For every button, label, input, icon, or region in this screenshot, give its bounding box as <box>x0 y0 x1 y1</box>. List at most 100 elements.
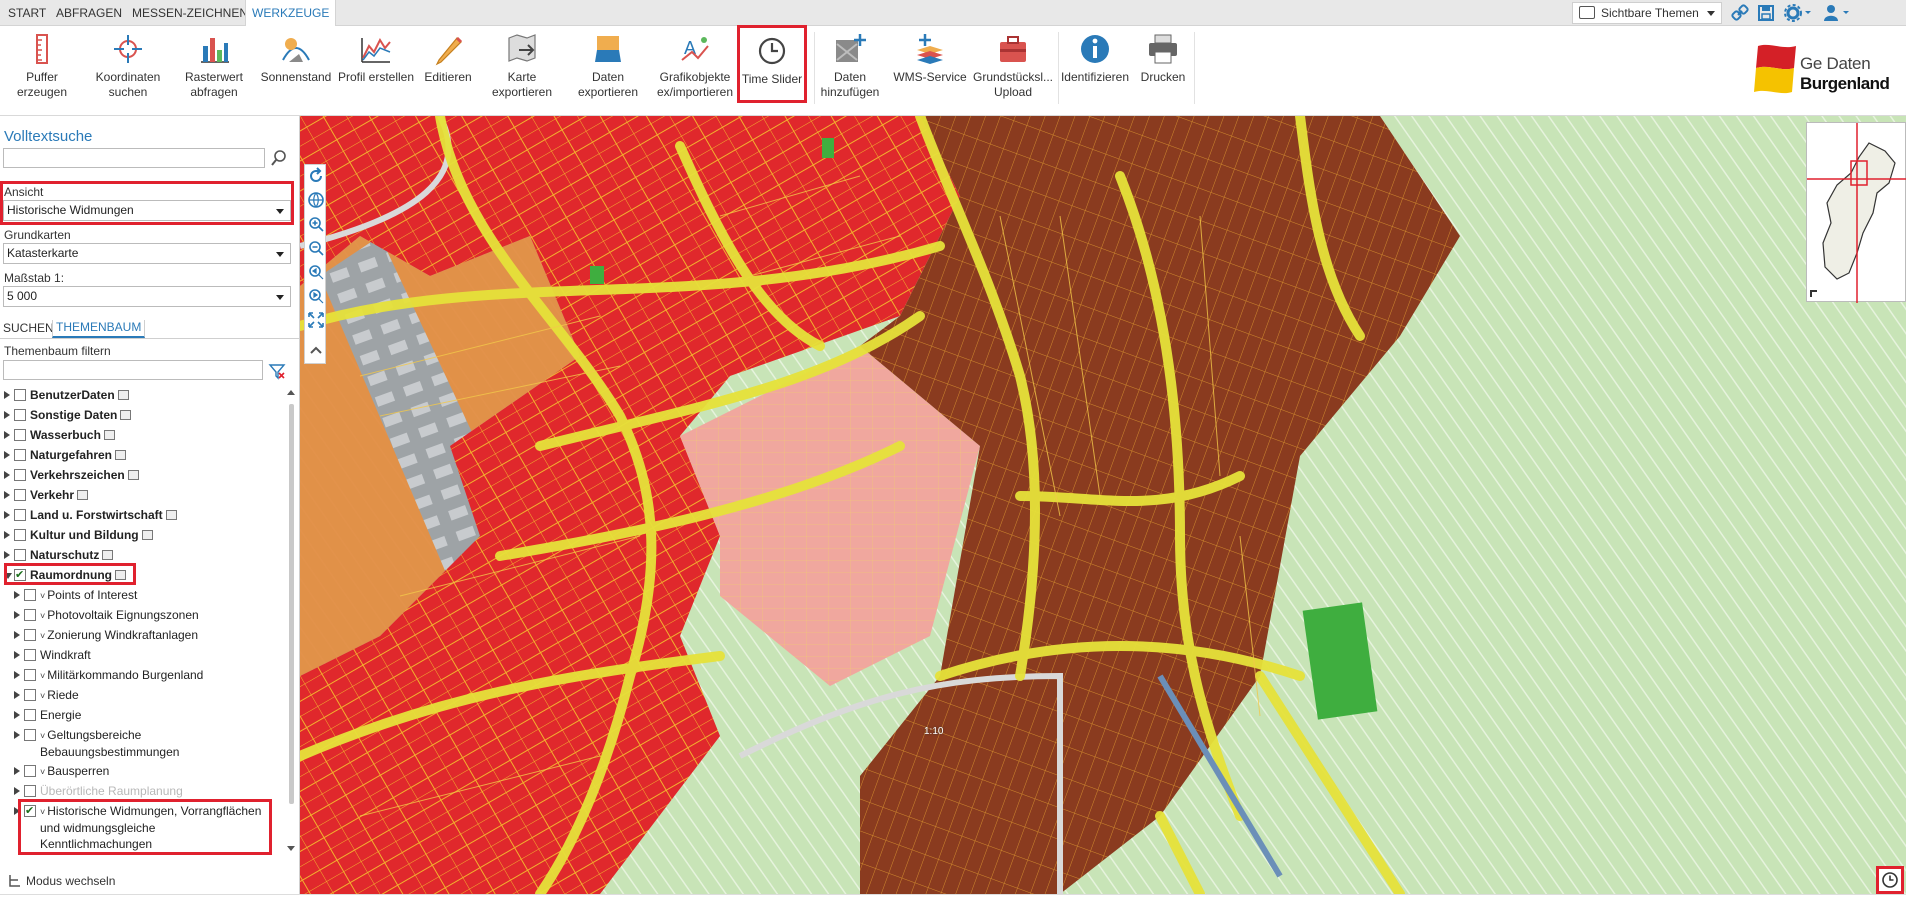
tab-suchen[interactable]: SUCHEN <box>3 321 54 335</box>
layer-checkbox[interactable] <box>24 649 36 661</box>
sun-position-button[interactable]: Sonnenstand <box>258 26 334 104</box>
metadata-icon[interactable] <box>103 430 115 440</box>
expand-arrow-icon[interactable] <box>14 711 20 719</box>
visible-themes-dropdown[interactable]: Sichtbare Themen <box>1572 2 1722 24</box>
metadata-icon[interactable] <box>165 510 177 520</box>
globe-icon[interactable] <box>307 191 325 209</box>
overview-map[interactable] <box>1806 122 1906 303</box>
tab-start[interactable]: START <box>2 0 52 26</box>
search-input[interactable] <box>3 148 265 168</box>
tree-layer-row[interactable]: ˅ Bausperren <box>0 762 286 780</box>
coordinates-search-button[interactable]: Koordinaten suchen <box>90 26 166 104</box>
expand-arrow-icon[interactable] <box>14 767 20 775</box>
raster-query-button[interactable]: Rasterwert abfragen <box>180 26 248 104</box>
layer-checkbox[interactable] <box>14 489 26 501</box>
add-data-button[interactable]: Daten hinzufügen <box>818 26 882 104</box>
expand-arrow-icon[interactable] <box>4 531 10 539</box>
zoom-previous-icon[interactable] <box>307 263 325 281</box>
zoom-next-icon[interactable] <box>307 287 325 305</box>
scroll-up-icon[interactable] <box>287 390 295 395</box>
buffer-tool-button[interactable]: Puffer erzeugen <box>10 26 74 104</box>
expand-arrow-icon[interactable] <box>4 551 10 559</box>
tab-abfragen[interactable]: ABFRAGEN <box>50 0 128 26</box>
expand-arrow-icon[interactable] <box>14 787 20 795</box>
tree-layer-row[interactable]: ˅ Points of Interest <box>0 586 286 604</box>
layer-checkbox[interactable] <box>24 729 36 741</box>
expand-arrow-icon[interactable] <box>4 391 10 399</box>
expand-arrow-icon[interactable] <box>4 511 10 519</box>
link-icon[interactable] <box>1730 3 1750 23</box>
expand-arrow-icon[interactable] <box>4 491 10 499</box>
layer-checkbox[interactable] <box>24 765 36 777</box>
tree-layer-row[interactable]: ˅ Photovoltaik Eignungszonen <box>0 606 286 624</box>
user-icon[interactable] <box>1822 3 1852 23</box>
parcel-list-upload-button[interactable]: Grundstücksl... Upload <box>970 26 1056 104</box>
clear-filter-icon[interactable] <box>268 362 286 380</box>
layer-checkbox[interactable] <box>14 549 26 561</box>
edit-button[interactable]: Editieren <box>420 26 476 104</box>
metadata-icon[interactable] <box>77 490 89 500</box>
chevron-down-icon[interactable]: ˅ <box>40 764 45 780</box>
layer-checkbox[interactable] <box>24 589 36 601</box>
time-slider-toggle[interactable] <box>1876 866 1904 894</box>
tree-layer-row[interactable]: ˅ Geltungsbereiche Bebauungsbestimmungen <box>0 726 286 760</box>
print-button[interactable]: Drucken <box>1134 26 1192 104</box>
create-profile-button[interactable]: Profil erstellen <box>336 26 416 104</box>
layer-checkbox[interactable] <box>14 389 26 401</box>
expand-arrow-icon[interactable] <box>14 651 20 659</box>
tree-group-row[interactable]: Sonstige Daten <box>0 406 286 424</box>
expand-arrow-icon[interactable] <box>4 411 10 419</box>
expand-arrow-icon[interactable] <box>4 431 10 439</box>
gear-icon[interactable] <box>1783 3 1813 23</box>
search-icon[interactable] <box>270 149 288 167</box>
chevron-down-icon[interactable]: ˅ <box>40 668 45 684</box>
chevron-down-icon[interactable]: ˅ <box>40 588 45 604</box>
metadata-icon[interactable] <box>141 530 153 540</box>
tree-layer-row[interactable]: ˅ Zonierung Windkraftanlagen <box>0 626 286 644</box>
tab-themenbaum[interactable]: THEMENBAUM <box>52 320 146 338</box>
tree-group-row[interactable]: Land u. Forstwirtschaft <box>0 506 286 524</box>
metadata-icon[interactable] <box>115 450 127 460</box>
theme-tree-scrollbar[interactable] <box>286 386 296 854</box>
chevron-down-icon[interactable]: ˅ <box>40 628 45 644</box>
expand-arrow-icon[interactable] <box>14 671 20 679</box>
switch-mode-button[interactable]: Modus wechseln <box>8 872 115 890</box>
tree-group-row[interactable]: Wasserbuch <box>0 426 286 444</box>
save-icon[interactable] <box>1756 3 1776 23</box>
tree-group-row[interactable]: Naturgefahren <box>0 446 286 464</box>
chevron-up-icon[interactable] <box>307 341 325 359</box>
zoom-out-icon[interactable] <box>307 239 325 257</box>
identify-button[interactable]: Identifizieren <box>1060 26 1130 104</box>
layer-checkbox[interactable] <box>24 669 36 681</box>
chevron-down-icon[interactable]: ˅ <box>40 728 45 744</box>
tab-werkzeuge[interactable]: WERKZEUGE <box>245 0 337 27</box>
metadata-icon[interactable] <box>102 550 114 560</box>
theme-tree-filter-input[interactable] <box>3 360 263 380</box>
scroll-thumb[interactable] <box>289 404 294 804</box>
layer-checkbox[interactable] <box>14 509 26 521</box>
tree-layer-row[interactable]: Überörtliche Raumplanung <box>0 782 286 800</box>
layer-checkbox[interactable] <box>14 449 26 461</box>
export-map-button[interactable]: Karte exportieren <box>488 26 556 104</box>
layer-checkbox[interactable] <box>24 689 36 701</box>
zoom-in-icon[interactable] <box>307 215 325 233</box>
layer-checkbox[interactable] <box>14 429 26 441</box>
wms-service-button[interactable]: WMS-Service <box>892 26 968 104</box>
map-canvas[interactable]: 1:10 <box>300 116 1906 894</box>
layer-checkbox[interactable] <box>14 409 26 421</box>
chevron-down-icon[interactable]: ˅ <box>40 688 45 704</box>
graphics-import-export-button[interactable]: A Grafikobjekte ex/importieren <box>654 26 736 104</box>
basemap-select[interactable]: Katasterkarte <box>3 243 291 264</box>
tree-layer-row[interactable]: Windkraft <box>0 646 286 664</box>
tree-layer-row[interactable]: ˅ Militärkommando Burgenland <box>0 666 286 684</box>
tab-messen-zeichnen[interactable]: MESSEN-ZEICHNEN <box>126 0 254 26</box>
layer-checkbox[interactable] <box>24 629 36 641</box>
metadata-icon[interactable] <box>120 410 132 420</box>
expand-arrow-icon[interactable] <box>4 451 10 459</box>
layer-checkbox[interactable] <box>14 529 26 541</box>
expand-arrow-icon[interactable] <box>14 731 20 739</box>
expand-arrow-icon[interactable] <box>14 591 20 599</box>
metadata-icon[interactable] <box>117 390 129 400</box>
tree-group-row[interactable]: Kultur und Bildung <box>0 526 286 544</box>
expand-arrow-icon[interactable] <box>14 631 20 639</box>
